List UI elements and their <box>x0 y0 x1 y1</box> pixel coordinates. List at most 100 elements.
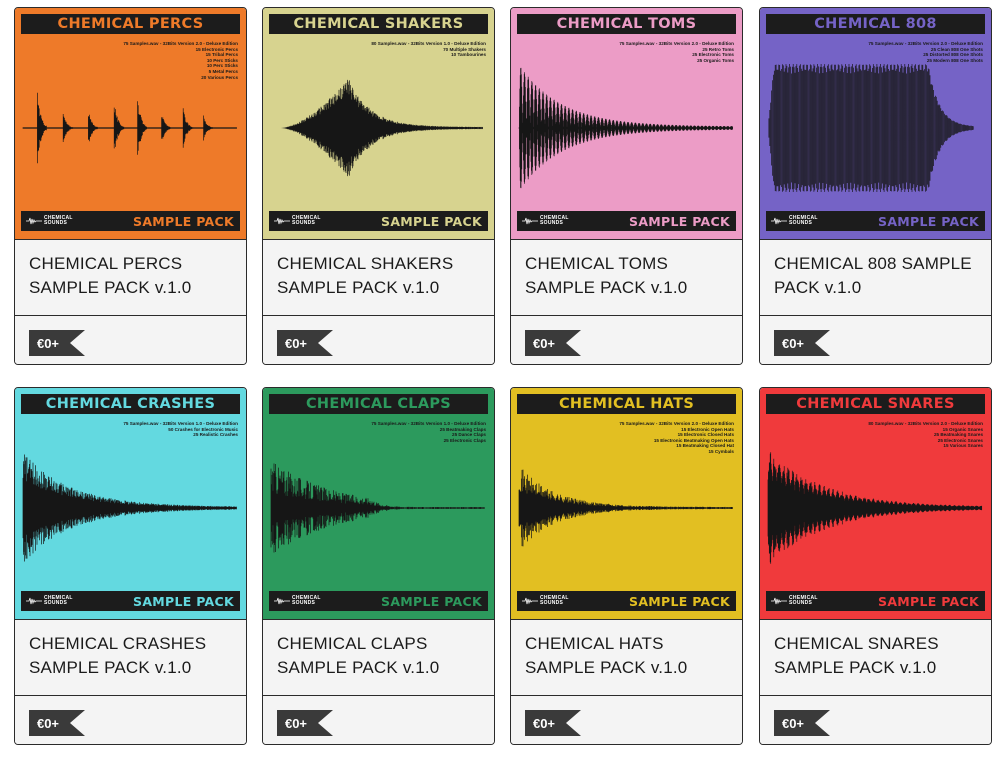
brand-logo: CHEMICAL SOUNDS <box>522 213 569 229</box>
product-card[interactable]: CHEMICAL 808 75 Samples.wav - 32Bits Ver… <box>759 7 992 365</box>
product-cover-image[interactable]: CHEMICAL CLAPS 75 Samples.wav - 32Bits V… <box>263 388 494 619</box>
product-title[interactable]: CHEMICAL SHAKERS SAMPLE PACK v.1.0 <box>277 252 483 300</box>
product-cover-image[interactable]: CHEMICAL SNARES 80 Samples.wav - 32Bits … <box>760 388 991 619</box>
cover-footer-label: SAMPLE PACK <box>629 593 730 609</box>
brand-logo: CHEMICAL SOUNDS <box>771 593 818 609</box>
waveform-graphic <box>767 452 983 564</box>
brand-logo: CHEMICAL SOUNDS <box>26 213 73 229</box>
price-badge[interactable]: €0+ <box>774 330 830 356</box>
waveform-logo-icon <box>522 217 538 225</box>
brand-logo: CHEMICAL SOUNDS <box>274 593 321 609</box>
product-info: CHEMICAL CRASHES SAMPLE PACK v.1.0 <box>15 619 246 695</box>
product-card[interactable]: CHEMICAL CLAPS 75 Samples.wav - 32Bits V… <box>262 387 495 745</box>
product-cover-image[interactable]: CHEMICAL HATS 75 Samples.wav - 32Bits Ve… <box>511 388 742 619</box>
product-price: €0+ <box>284 335 308 351</box>
waveform-graphic <box>518 67 733 189</box>
waveform-graphic <box>270 463 485 553</box>
brand-name-line2: SOUNDS <box>789 600 813 606</box>
product-price-area: €0+ <box>263 315 494 364</box>
brand-name-line2: SOUNDS <box>789 220 813 226</box>
cover-footer-label: SAMPLE PACK <box>133 593 234 609</box>
product-title[interactable]: CHEMICAL CLAPS SAMPLE PACK v.1.0 <box>277 632 483 680</box>
cover-title: CHEMICAL SNARES <box>766 394 985 414</box>
product-info: CHEMICAL 808 SAMPLE PACK v.1.0 <box>760 239 991 315</box>
cover-footer: CHEMICAL SOUNDS SAMPLE PACK <box>517 591 736 611</box>
product-card[interactable]: CHEMICAL TOMS 75 Samples.wav - 32Bits Ve… <box>510 7 743 365</box>
product-price-area: €0+ <box>760 315 991 364</box>
product-info: CHEMICAL HATS SAMPLE PACK v.1.0 <box>511 619 742 695</box>
price-badge[interactable]: €0+ <box>29 330 85 356</box>
product-info: CHEMICAL SHAKERS SAMPLE PACK v.1.0 <box>263 239 494 315</box>
product-price: €0+ <box>781 335 805 351</box>
cover-title: CHEMICAL PERCS <box>21 14 240 34</box>
cover-footer: CHEMICAL SOUNDS SAMPLE PACK <box>21 211 240 231</box>
cover-footer: CHEMICAL SOUNDS SAMPLE PACK <box>21 591 240 611</box>
cover-title: CHEMICAL HATS <box>517 394 736 414</box>
cover-title: CHEMICAL TOMS <box>517 14 736 34</box>
product-card[interactable]: CHEMICAL SHAKERS 80 Samples.wav - 32Bits… <box>262 7 495 365</box>
brand-logo: CHEMICAL SOUNDS <box>274 213 321 229</box>
product-card[interactable]: CHEMICAL CRASHES 75 Samples.wav - 32Bits… <box>14 387 247 745</box>
product-title[interactable]: CHEMICAL SNARES SAMPLE PACK v.1.0 <box>774 632 980 680</box>
product-title[interactable]: CHEMICAL CRASHES SAMPLE PACK v.1.0 <box>29 632 235 680</box>
waveform-graphic <box>22 454 237 562</box>
cover-footer: CHEMICAL SOUNDS SAMPLE PACK <box>269 591 488 611</box>
waveform-graphic <box>22 92 237 164</box>
product-title[interactable]: CHEMICAL 808 SAMPLE PACK v.1.0 <box>774 252 980 300</box>
price-badge[interactable]: €0+ <box>29 710 85 736</box>
waveform-logo-icon <box>26 597 42 605</box>
product-price-area: €0+ <box>263 695 494 744</box>
product-card[interactable]: CHEMICAL HATS 75 Samples.wav - 32Bits Ve… <box>510 387 743 745</box>
product-price: €0+ <box>781 715 805 731</box>
waveform-graphic <box>518 469 733 547</box>
product-price: €0+ <box>532 335 556 351</box>
product-title[interactable]: CHEMICAL PERCS SAMPLE PACK v.1.0 <box>29 252 235 300</box>
waveform-logo-icon <box>274 597 290 605</box>
price-badge[interactable]: €0+ <box>277 710 333 736</box>
brand-name-line2: SOUNDS <box>540 220 564 226</box>
product-info: CHEMICAL TOMS SAMPLE PACK v.1.0 <box>511 239 742 315</box>
cover-footer-label: SAMPLE PACK <box>878 213 979 229</box>
product-cover-image[interactable]: CHEMICAL 808 75 Samples.wav - 32Bits Ver… <box>760 8 991 239</box>
price-badge[interactable]: €0+ <box>774 710 830 736</box>
cover-footer-label: SAMPLE PACK <box>629 213 730 229</box>
product-price-area: €0+ <box>760 695 991 744</box>
brand-logo: CHEMICAL SOUNDS <box>26 593 73 609</box>
product-cover-image[interactable]: CHEMICAL TOMS 75 Samples.wav - 32Bits Ve… <box>511 8 742 239</box>
cover-footer-label: SAMPLE PACK <box>381 593 482 609</box>
price-badge[interactable]: €0+ <box>525 330 581 356</box>
product-cover-image[interactable]: CHEMICAL CRASHES 75 Samples.wav - 32Bits… <box>15 388 246 619</box>
brand-name-line2: SOUNDS <box>44 220 68 226</box>
product-price: €0+ <box>284 715 308 731</box>
waveform-graphic <box>281 79 483 177</box>
waveform-logo-icon <box>274 217 290 225</box>
product-cover-image[interactable]: CHEMICAL SHAKERS 80 Samples.wav - 32Bits… <box>263 8 494 239</box>
price-badge[interactable]: €0+ <box>525 710 581 736</box>
cover-footer-label: SAMPLE PACK <box>133 213 234 229</box>
price-badge[interactable]: €0+ <box>277 330 333 356</box>
waveform-logo-icon <box>522 597 538 605</box>
waveform-graphic <box>768 64 974 192</box>
waveform-logo-icon <box>26 217 42 225</box>
product-price: €0+ <box>36 335 60 351</box>
brand-logo: CHEMICAL SOUNDS <box>771 213 818 229</box>
brand-name-line2: SOUNDS <box>292 220 316 226</box>
brand-name-line2: SOUNDS <box>540 600 564 606</box>
product-info: CHEMICAL CLAPS SAMPLE PACK v.1.0 <box>263 619 494 695</box>
product-price-area: €0+ <box>511 695 742 744</box>
product-title[interactable]: CHEMICAL TOMS SAMPLE PACK v.1.0 <box>525 252 731 300</box>
product-price: €0+ <box>532 715 556 731</box>
product-title[interactable]: CHEMICAL HATS SAMPLE PACK v.1.0 <box>525 632 731 680</box>
cover-footer: CHEMICAL SOUNDS SAMPLE PACK <box>766 211 985 231</box>
product-info: CHEMICAL PERCS SAMPLE PACK v.1.0 <box>15 239 246 315</box>
cover-footer: CHEMICAL SOUNDS SAMPLE PACK <box>766 591 985 611</box>
product-cover-image[interactable]: CHEMICAL PERCS 75 Samples.wav - 32Bits V… <box>15 8 246 239</box>
product-price-area: €0+ <box>511 315 742 364</box>
product-card[interactable]: CHEMICAL SNARES 80 Samples.wav - 32Bits … <box>759 387 992 745</box>
cover-title: CHEMICAL 808 <box>766 14 985 34</box>
cover-title: CHEMICAL SHAKERS <box>269 14 488 34</box>
product-price: €0+ <box>36 715 60 731</box>
brand-name-line2: SOUNDS <box>292 600 316 606</box>
product-card[interactable]: CHEMICAL PERCS 75 Samples.wav - 32Bits V… <box>14 7 247 365</box>
cover-footer: CHEMICAL SOUNDS SAMPLE PACK <box>517 211 736 231</box>
